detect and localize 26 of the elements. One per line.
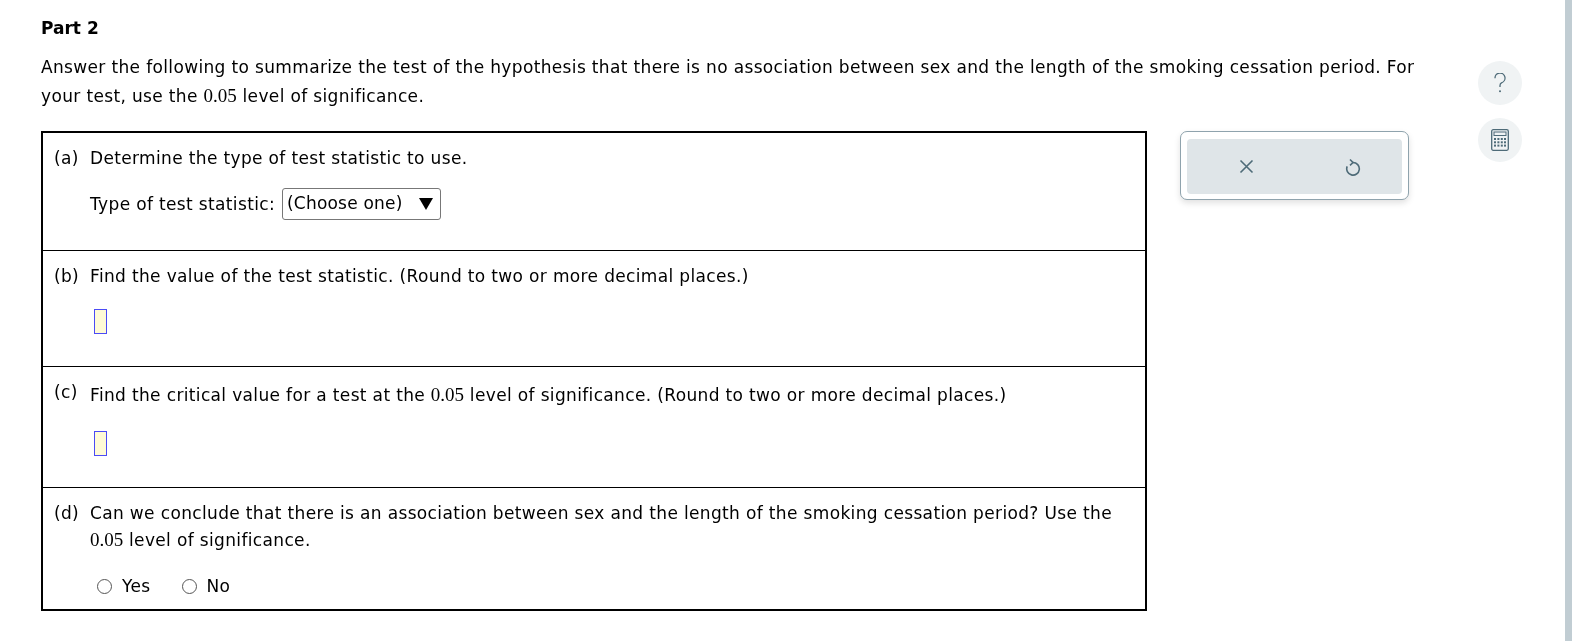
- radio-label[interactable]: No: [206, 574, 231, 598]
- part-title: Part 2: [41, 17, 99, 39]
- answer-box[interactable]: [94, 431, 107, 456]
- radio-button[interactable]: [181, 578, 197, 594]
- question-text: Find the critical value for a test at the 0.05 level of significance. (Round to two or more decimal places.): [90, 383, 1007, 407]
- question-text: Find the value of the test statistic. (Round to two or more decimal places.): [90, 265, 749, 288]
- question-text: Can we conclude that there is an association between sex and the length of the smoking cessation period? Use the 0.05 level of significance.: [90, 502, 1113, 552]
- radio-button[interactable]: [97, 578, 112, 594]
- undo-icon: [1345, 157, 1361, 176]
- question-label: (b): [54, 265, 81, 288]
- close-icon: [1238, 159, 1254, 174]
- calculator-button[interactable]: [1478, 118, 1522, 162]
- question-text: Determine the type of test statistic to use.: [90, 147, 468, 170]
- field-label: Type of test statistic:: [90, 193, 275, 216]
- dropdown-select[interactable]: (Choose one): [282, 188, 441, 220]
- instructions-text: Answer the following to summarize the test of the hypothesis that there is no association between sex and the length of the smoking cessation period. For your test, use the 0.05 level of significance.: [41, 56, 1416, 108]
- radio-label[interactable]: Yes: [122, 574, 151, 598]
- undo-button[interactable]: [1343, 156, 1363, 177]
- answer-box[interactable]: [94, 309, 107, 334]
- calculator-icon: [1491, 129, 1509, 151]
- caret-icon: [419, 198, 433, 210]
- question-label: (c): [54, 381, 79, 404]
- question-label: (a): [54, 147, 80, 170]
- scrollbar[interactable]: [1565, 0, 1572, 641]
- question-label: (d): [54, 502, 81, 525]
- help-icon: [1494, 73, 1506, 93]
